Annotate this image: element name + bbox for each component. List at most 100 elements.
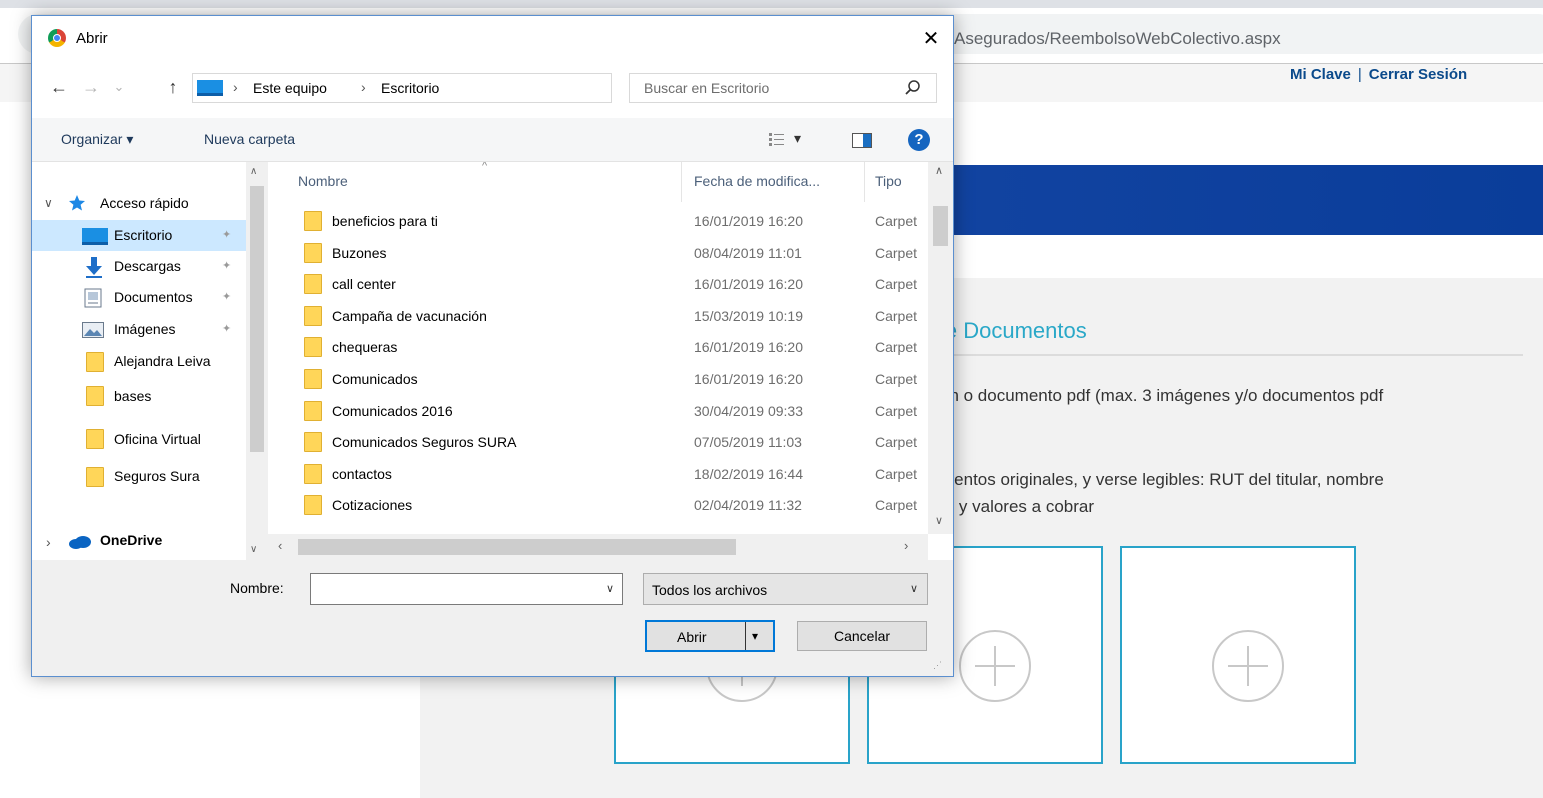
file-name: Campaña de vacunación [332, 307, 487, 324]
file-row[interactable]: Comunicados 2016 30/04/2019 09:33 Carpet [268, 396, 928, 428]
file-name: chequeras [332, 339, 398, 356]
close-button[interactable]: ✕ [916, 24, 946, 54]
navigation-pane: ∨ Acceso rápido Escritorio ✦ Descargas ✦… [32, 162, 268, 560]
column-type[interactable]: Tipo [875, 173, 902, 189]
chevron-down-icon[interactable]: ∨ [44, 196, 53, 210]
file-name: Buzones [332, 244, 387, 261]
file-horizontal-scrollbar[interactable]: ‹ › [268, 534, 928, 560]
file-row[interactable]: beneficios para ti 16/01/2019 16:20 Carpet [268, 206, 928, 238]
filename-input[interactable] [311, 574, 591, 604]
instructions-text-2: mentos originales, y verse legibles: RUT… [940, 470, 1384, 489]
scroll-right-icon[interactable]: › [904, 538, 908, 553]
folder-icon [86, 352, 104, 372]
column-divider[interactable] [864, 162, 865, 202]
scroll-left-icon[interactable]: ‹ [278, 538, 282, 553]
folder-icon [86, 386, 104, 406]
browser-tabstrip [0, 0, 1543, 8]
dialog-body: ∨ Acceso rápido Escritorio ✦ Descargas ✦… [32, 162, 953, 560]
file-type-select[interactable]: Todos los archivos ∨ [643, 573, 928, 605]
file-row[interactable]: call center 16/01/2019 16:20 Carpet [268, 269, 928, 301]
folder-icon [304, 463, 322, 484]
nav-item-seguros-sura[interactable]: Seguros Sura [32, 467, 246, 524]
organize-menu[interactable]: Organizar ▾ [61, 131, 133, 148]
back-button[interactable]: ← [48, 77, 70, 98]
dialog-titlebar[interactable]: Abrir ✕ [32, 16, 953, 62]
breadcrumb[interactable]: › Este equipo › Escritorio ∨ ↻ [192, 73, 759, 103]
cerrar-sesion-link[interactable]: Cerrar Sesión [1369, 66, 1467, 83]
column-name[interactable]: Nombre [298, 173, 348, 189]
search-input[interactable] [630, 74, 900, 102]
nav-item-documentos[interactable]: Documentos ✦ [32, 282, 246, 313]
help-icon[interactable]: ? [908, 129, 930, 151]
new-folder-button[interactable]: Nueva carpeta [204, 131, 295, 147]
file-row[interactable]: Comunicados 16/01/2019 16:20 Carpet [268, 364, 928, 396]
scroll-down-icon[interactable]: ∨ [250, 544, 257, 555]
scrollbar-thumb[interactable] [250, 186, 264, 452]
folder-icon [304, 305, 322, 326]
view-dropdown[interactable]: ▾ [794, 130, 801, 147]
folder-icon [304, 495, 322, 516]
mi-clave-link[interactable]: Mi Clave [1290, 66, 1351, 83]
file-date-modified: 08/04/2019 11:01 [694, 244, 802, 261]
open-button-label: Abrir [677, 629, 707, 645]
nav-item-escritorio[interactable]: Escritorio ✦ [32, 220, 246, 251]
file-vertical-scrollbar[interactable]: ∧ ∨ [928, 162, 953, 534]
scrollbar-thumb[interactable] [933, 206, 948, 246]
file-row[interactable]: chequeras 16/01/2019 16:20 Carpet [268, 332, 928, 364]
upload-slot[interactable] [1120, 546, 1356, 764]
search-box[interactable] [629, 73, 937, 103]
nav-item-bases[interactable]: bases [32, 384, 246, 415]
chevron-down-icon[interactable]: ∨ [606, 582, 614, 595]
file-row[interactable]: Cotizaciones 02/04/2019 11:32 Carpet [268, 490, 928, 522]
nav-item-imagenes[interactable]: Imágenes ✦ [32, 314, 246, 345]
file-list: ^ Nombre Fecha de modifica... Tipo benef… [268, 162, 953, 560]
folder-icon [304, 400, 322, 421]
file-row[interactable]: Comunicados Seguros SURA 07/05/2019 11:03… [268, 427, 928, 459]
scroll-up-icon[interactable]: ∧ [250, 166, 257, 177]
scroll-down-icon[interactable]: ∨ [935, 514, 943, 527]
file-date-modified: 02/04/2019 11:32 [694, 497, 802, 514]
split-divider [745, 622, 746, 650]
nav-scrollbar[interactable]: ∧ ∨ [246, 162, 268, 560]
column-divider[interactable] [681, 162, 682, 202]
chevron-right-icon[interactable]: › [46, 534, 51, 550]
file-date-modified: 07/05/2019 11:03 [694, 434, 802, 451]
dialog-footer: Nombre: ∨ Todos los archivos ∨ Abrir ▾ C… [32, 560, 953, 676]
open-button[interactable]: Abrir ▾ [645, 620, 775, 652]
nav-item-onedrive[interactable]: › OneDrive [32, 526, 246, 557]
file-row[interactable]: Campaña de vacunación 15/03/2019 10:19 Car… [268, 301, 928, 333]
nav-item-alejandra-leiva[interactable]: Alejandra Leiva [32, 346, 246, 377]
breadcrumb-this-pc[interactable]: Este equipo [253, 80, 327, 96]
section-divider [940, 354, 1523, 356]
instructions-text-1: en o documento pdf (max. 3 imágenes y/o … [940, 386, 1384, 405]
filename-field[interactable]: ∨ [310, 573, 623, 605]
scrollbar-thumb[interactable] [298, 539, 736, 555]
sort-ascending-icon: ^ [482, 162, 488, 172]
file-name: Comunicados Seguros SURA [332, 434, 517, 451]
url-text[interactable]: Asegurados/ReembolsoWebColectivo.aspx [954, 29, 1281, 49]
file-name: beneficios para ti [332, 213, 438, 229]
screen: Asegurados/ReembolsoWebColectivo.aspx Mi… [0, 0, 1543, 798]
nav-item-label: Imágenes [114, 321, 176, 337]
open-options-arrow[interactable]: ▾ [752, 629, 758, 643]
forward-button[interactable]: → [80, 77, 102, 98]
header-links: Mi Clave | Cerrar Sesión [1290, 66, 1467, 83]
scroll-up-icon[interactable]: ∧ [935, 164, 943, 177]
view-options-icon[interactable] [768, 132, 786, 148]
recent-locations-button[interactable]: ⌄ [108, 79, 130, 95]
search-icon[interactable] [904, 79, 922, 97]
file-name: call center [332, 276, 396, 293]
resize-grip-icon[interactable]: ⋰ [933, 660, 942, 671]
folder-icon [304, 432, 322, 453]
breadcrumb-desktop[interactable]: Escritorio [381, 80, 439, 96]
nav-item-label: Descargas [114, 258, 181, 274]
file-row[interactable]: Buzones 08/04/2019 11:01 Carpet [268, 238, 928, 270]
chevron-down-icon: ∨ [909, 583, 918, 595]
cancel-button[interactable]: Cancelar [797, 621, 927, 651]
file-row[interactable]: contactos 18/02/2019 16:44 Carpet [268, 459, 928, 491]
column-date-modified[interactable]: Fecha de modifica... [694, 173, 820, 189]
up-button[interactable]: ↑ [162, 77, 184, 98]
nav-item-quick-access[interactable]: ∨ Acceso rápido [32, 188, 246, 219]
preview-pane-icon[interactable] [852, 133, 872, 148]
nav-item-descargas[interactable]: Descargas ✦ [32, 251, 246, 282]
